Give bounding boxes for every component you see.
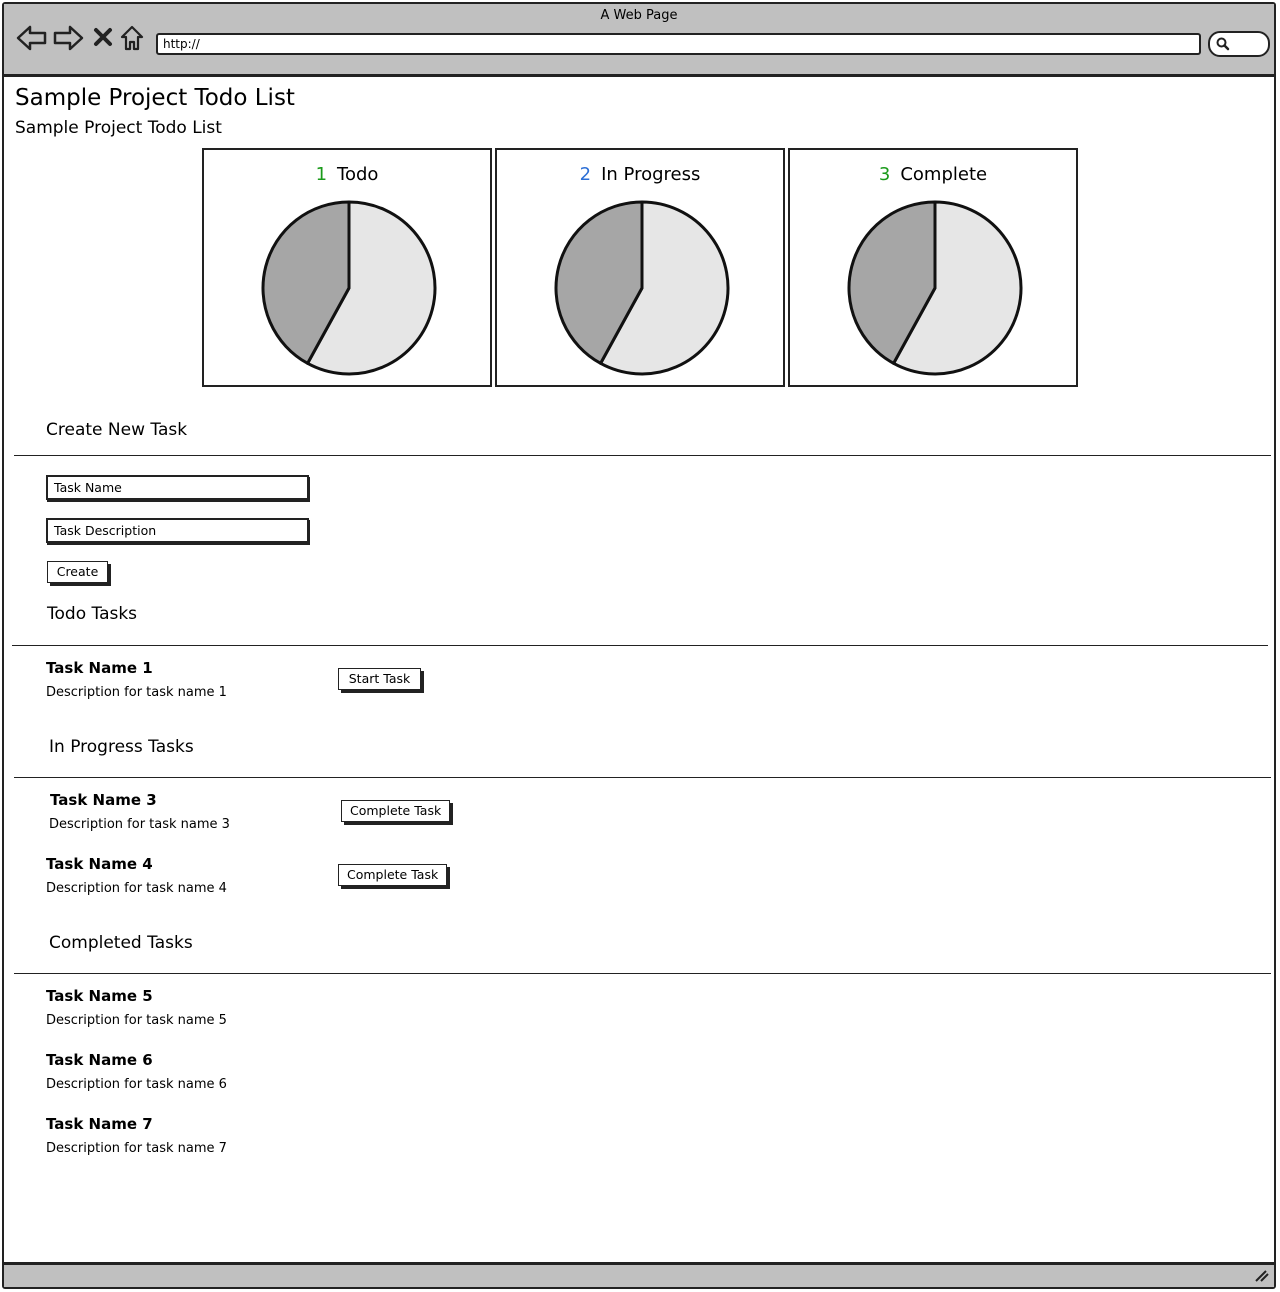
- panel-label: Todo: [337, 164, 379, 185]
- task-description-input[interactable]: Task Description: [46, 518, 309, 543]
- page-title: Sample Project Todo List: [15, 85, 295, 111]
- todo-summary-panel: 1 Todo: [202, 148, 492, 387]
- completed-tasks-heading: Completed Tasks: [49, 933, 193, 953]
- task-name: Task Name 4: [46, 855, 153, 873]
- browser-titlebar: A Web Page http://: [4, 4, 1274, 77]
- task-name-input[interactable]: Task Name: [46, 475, 309, 500]
- start-task-button[interactable]: Start Task: [338, 668, 421, 690]
- task-description: Description for task name 1: [46, 685, 227, 700]
- panel-heading: 2 In Progress: [497, 164, 783, 185]
- task-name: Task Name 3: [50, 791, 157, 809]
- panel-count: 1: [315, 164, 328, 185]
- page-subtitle: Sample Project Todo List: [15, 118, 222, 138]
- divider: [12, 645, 1268, 646]
- task-name: Task Name 5: [46, 987, 153, 1005]
- task-description: Description for task name 7: [46, 1141, 227, 1156]
- divider: [14, 777, 1271, 778]
- in-progress-summary-panel: 2 In Progress: [495, 148, 785, 387]
- complete-pie-chart: [847, 200, 1023, 376]
- complete-summary-panel: 3 Complete: [788, 148, 1078, 387]
- resize-grip-icon[interactable]: [1252, 1267, 1270, 1283]
- create-task-heading: Create New Task: [46, 420, 188, 440]
- search-icon: [1216, 37, 1230, 51]
- task-description: Description for task name 5: [46, 1013, 227, 1028]
- in-progress-pie-chart: [554, 200, 730, 376]
- task-description: Description for task name 4: [46, 881, 227, 896]
- todo-tasks-heading: Todo Tasks: [47, 604, 138, 624]
- browser-search-box[interactable]: [1208, 31, 1270, 57]
- complete-task-button[interactable]: Complete Task: [341, 800, 450, 822]
- window-title: A Web Page: [600, 8, 678, 23]
- browser-statusbar: [4, 1262, 1274, 1287]
- panel-label: In Progress: [601, 164, 701, 185]
- task-description: Description for task name 6: [46, 1077, 227, 1092]
- divider: [14, 973, 1271, 974]
- panel-heading: 1 Todo: [204, 164, 490, 185]
- todo-pie-chart: [261, 200, 437, 376]
- in-progress-tasks-heading: In Progress Tasks: [49, 737, 194, 757]
- forward-arrow-icon[interactable]: [52, 24, 84, 52]
- task-name: Task Name 1: [46, 659, 153, 677]
- task-name: Task Name 7: [46, 1115, 153, 1133]
- url-bar[interactable]: http://: [156, 33, 1201, 55]
- complete-task-button[interactable]: Complete Task: [338, 864, 447, 886]
- task-name: Task Name 6: [46, 1051, 153, 1069]
- panel-heading: 3 Complete: [790, 164, 1076, 185]
- panel-label: Complete: [900, 164, 988, 185]
- panel-count: 2: [579, 164, 592, 185]
- panel-count: 3: [878, 164, 891, 185]
- back-arrow-icon[interactable]: [16, 24, 48, 52]
- task-description: Description for task name 3: [49, 817, 230, 832]
- stop-icon[interactable]: [92, 26, 114, 48]
- divider: [14, 455, 1271, 456]
- create-button[interactable]: Create: [47, 561, 108, 583]
- home-icon[interactable]: [119, 24, 145, 52]
